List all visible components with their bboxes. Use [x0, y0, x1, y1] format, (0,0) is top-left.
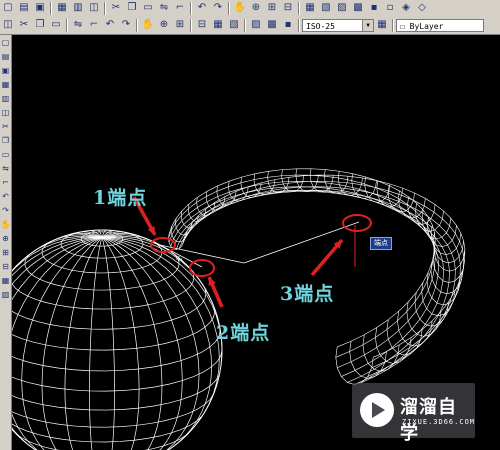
revision-cloud-icon[interactable]: ❐ [0, 133, 11, 147]
plot-icon[interactable]: ▦ [55, 1, 69, 15]
ellipse-icon[interactable]: ⇋ [0, 161, 11, 175]
polyline-icon[interactable]: ▣ [0, 63, 11, 77]
dim-edit-icon[interactable]: ▨ [249, 18, 263, 32]
diameter-dim-icon[interactable]: ↶ [103, 18, 117, 32]
standard-toolbar: ▢ ▤ ▣ ▦ ▥ ◫ ✂ ❐ ▭ ⇋ ⌐ ↶ ↷ ✋ ⊕ ⊞ ⊟ ▦ ▧ ▨ ▩ ▪ ▫ ◈ ◇ [0, 0, 500, 17]
redo-icon[interactable]: ↷ [211, 1, 225, 15]
zoom-realtime-icon[interactable]: ⊕ [249, 1, 263, 15]
layer-color-value: ☐ ByLayer [400, 21, 444, 31]
toolbar-separator [228, 1, 230, 15]
dimstyle-manager-icon[interactable]: ▦ [375, 18, 389, 32]
insert-block-icon[interactable]: ↶ [0, 189, 11, 203]
arc-icon[interactable]: ◫ [0, 105, 11, 119]
layer-color-select[interactable]: ☐ ByLayer [396, 18, 484, 32]
endpoint-snap-tooltip: 端点 [370, 237, 392, 250]
preview-icon[interactable]: ▥ [71, 1, 85, 15]
layer-icon[interactable]: ◈ [399, 1, 413, 15]
make-block-icon[interactable]: ↷ [0, 203, 11, 217]
arrow-point-3 [310, 238, 344, 277]
toolbar-separator [66, 18, 68, 32]
sheet-set-icon[interactable]: ▩ [351, 1, 365, 15]
dim-update-icon[interactable]: ▪ [281, 18, 295, 32]
paste-icon[interactable]: ▭ [141, 1, 155, 15]
open-icon[interactable]: ▤ [17, 1, 31, 15]
draw-toolbar: ▢ ▤ ▣ ▦ ▥ ◫ ✂ ❐ ▭ ⇋ ⌐ ↶ ↷ ✋ ⊕ ⊞ ⊟ ▦ ▧ [0, 35, 12, 450]
endpoint-marker-2 [189, 259, 215, 277]
toolbar-separator [190, 18, 192, 32]
line-icon[interactable]: ▢ [0, 35, 11, 49]
quick-leader-icon[interactable]: ⊟ [195, 18, 209, 32]
center-mark-icon[interactable]: ▧ [227, 18, 241, 32]
dimstyle-select[interactable]: ISO-25 ▼ [302, 18, 374, 32]
polygon-icon[interactable]: ▦ [0, 77, 11, 91]
toolbar-separator [190, 1, 192, 15]
toolbar-separator [392, 18, 394, 32]
zoom-previous-icon[interactable]: ⊟ [281, 1, 295, 15]
toolbar-separator [50, 1, 52, 15]
spline-icon[interactable]: ▭ [0, 147, 11, 161]
design-center-icon[interactable]: ▧ [319, 1, 333, 15]
layer-state-icon[interactable]: ◇ [415, 1, 429, 15]
gradient-icon[interactable]: ⊞ [0, 245, 11, 259]
undo-icon[interactable]: ↶ [195, 1, 209, 15]
wire-sphere [12, 229, 223, 450]
mtext-icon[interactable]: ▧ [0, 287, 11, 301]
save-icon[interactable]: ▣ [33, 1, 47, 15]
region-icon[interactable]: ⊟ [0, 259, 11, 273]
hatch-icon[interactable]: ⊕ [0, 231, 11, 245]
guide-line [159, 244, 203, 268]
play-triangle-icon [372, 402, 385, 418]
callout-point-3: 3端点 [280, 283, 335, 305]
markup-icon[interactable]: ▪ [367, 1, 381, 15]
chevron-down-icon[interactable]: ▼ [362, 19, 373, 31]
angular-dim-icon[interactable]: ↷ [119, 18, 133, 32]
cut-icon[interactable]: ✂ [109, 1, 123, 15]
ordinate-dim-icon[interactable]: ▭ [49, 18, 63, 32]
dimstyle-value: ISO-25 [306, 21, 335, 31]
watermark: 溜溜自学 ZIXUE.3D66.COM [352, 383, 476, 444]
jogged-dim-icon[interactable]: ⌐ [87, 18, 101, 32]
tolerance-icon[interactable]: ▦ [211, 18, 225, 32]
linear-dim-icon[interactable]: ◫ [1, 18, 15, 32]
toolbar-separator [298, 1, 300, 15]
point-icon[interactable]: ✋ [0, 217, 11, 231]
radius-dim-icon[interactable]: ⇋ [71, 18, 85, 32]
aligned-dim-icon[interactable]: ✂ [17, 18, 31, 32]
match-icon[interactable]: ⇋ [157, 1, 171, 15]
new-icon[interactable]: ▢ [1, 1, 15, 15]
tool-palette-icon[interactable]: ▨ [335, 1, 349, 15]
toolbar-separator [298, 18, 300, 32]
quick-dim-icon[interactable]: ✋ [141, 18, 155, 32]
rectangle-icon[interactable]: ▥ [0, 91, 11, 105]
arc-length-icon[interactable]: ❐ [33, 18, 47, 32]
table-icon[interactable]: ▦ [0, 273, 11, 287]
ellipse-arc-icon[interactable]: ⌐ [0, 175, 11, 189]
callout-point-1: 1端点 [93, 187, 148, 209]
calculator-icon[interactable]: ▫ [383, 1, 397, 15]
toolbar-separator [136, 18, 138, 32]
brush-icon[interactable]: ⌐ [173, 1, 187, 15]
dim-text-edit-icon[interactable]: ▩ [265, 18, 279, 32]
dimension-toolbar: ◫ ✂ ❐ ▭ ⇋ ⌐ ↶ ↷ ✋ ⊕ ⊞ ⊟ ▦ ▧ ▨ ▩ ▪ ISO-25 ▼ ▦ ☐ ByLayer [0, 16, 500, 35]
toolbar-separator [244, 18, 246, 32]
baseline-dim-icon[interactable]: ⊕ [157, 18, 171, 32]
construction-line-icon[interactable]: ▤ [0, 49, 11, 63]
publish-icon[interactable]: ◫ [87, 1, 101, 15]
toolbar-separator [104, 1, 106, 15]
continue-dim-icon[interactable]: ⊞ [173, 18, 187, 32]
swept-tube [168, 168, 466, 385]
copy-icon[interactable]: ❐ [125, 1, 139, 15]
circle-icon[interactable]: ✂ [0, 119, 11, 133]
watermark-url: ZIXUE.3D66.COM [402, 418, 476, 426]
zoom-window-icon[interactable]: ⊞ [265, 1, 279, 15]
callout-point-2: 2端点 [216, 322, 271, 344]
pan-icon[interactable]: ✋ [233, 1, 247, 15]
properties-icon[interactable]: ▦ [303, 1, 317, 15]
